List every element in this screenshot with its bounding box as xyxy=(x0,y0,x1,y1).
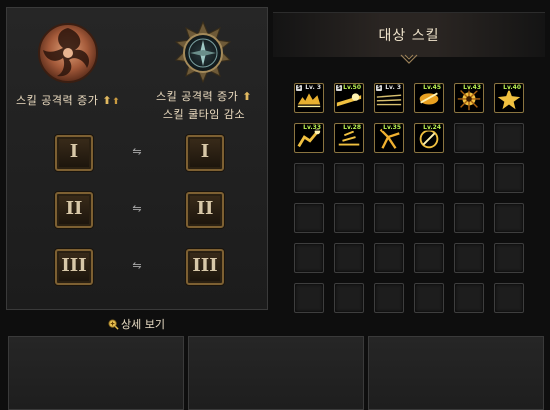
up-arrow-small-icon: ⬆ xyxy=(112,97,121,107)
empty-skill-slot[interactable] xyxy=(294,283,324,313)
skill-slot[interactable]: Lv.28 xyxy=(334,123,364,153)
empty-skill-slot[interactable] xyxy=(494,243,524,273)
empty-skill-slot[interactable] xyxy=(334,243,364,273)
detail-view-link[interactable]: 상세 보기 xyxy=(108,316,165,332)
target-skill-title: 대상 스킬 xyxy=(378,28,440,44)
empty-skill-slot[interactable] xyxy=(494,123,524,153)
skill-level-label: Lv.50 xyxy=(342,84,362,91)
skill-type-badge: S xyxy=(336,85,342,91)
skill-level-label: Lv. 3 xyxy=(304,84,322,91)
skill-level-label: Lv.43 xyxy=(462,84,482,91)
right-skill-caption: 스킬 공격력 증가 ⬆ 스킬 쿨타임 감소 xyxy=(152,88,256,122)
skill-slot[interactable]: S Lv.50 xyxy=(334,83,364,113)
empty-skill-slot[interactable] xyxy=(374,203,404,233)
empty-skill-slot[interactable] xyxy=(454,163,484,193)
bottom-panel-2 xyxy=(188,336,364,410)
swap-arrows-icon[interactable]: ⇋ xyxy=(130,146,144,158)
compass-emblem-icon xyxy=(170,20,236,86)
skill-type-badge: S xyxy=(376,85,382,91)
bottom-panel-1 xyxy=(8,336,184,410)
empty-skill-slot[interactable] xyxy=(454,243,484,273)
tier-left-1[interactable]: I xyxy=(55,135,93,171)
skill-level-label: Lv.35 xyxy=(382,124,402,131)
skill-slot[interactable]: Lv.24 xyxy=(414,123,444,153)
empty-skill-slot[interactable] xyxy=(454,203,484,233)
empty-skill-slot[interactable] xyxy=(374,283,404,313)
skill-level-label: Lv.40 xyxy=(502,84,522,91)
empty-skill-slot[interactable] xyxy=(294,203,324,233)
target-skill-header: 대상 스킬 xyxy=(273,12,545,64)
tier-right-3[interactable]: III xyxy=(186,249,224,285)
empty-skill-slot[interactable] xyxy=(494,203,524,233)
skill-slot[interactable]: S Lv. 3 xyxy=(374,83,404,113)
magnifier-plus-icon xyxy=(108,318,119,330)
empty-skill-slot[interactable] xyxy=(494,163,524,193)
skill-level-label: Lv.45 xyxy=(422,84,442,91)
header-ornament-icon xyxy=(400,54,418,64)
up-arrow-icon: ⬆ xyxy=(242,90,253,103)
empty-skill-slot[interactable] xyxy=(454,123,484,153)
skill-slot[interactable]: Lv.45 xyxy=(414,83,444,113)
empty-skill-slot[interactable] xyxy=(414,243,444,273)
left-skill-caption: 스킬 공격력 증가 ⬆⬆ xyxy=(16,92,120,108)
empty-skill-slot[interactable] xyxy=(414,203,444,233)
skill-slot[interactable]: Lv.40 xyxy=(494,83,524,113)
swirl-emblem-icon xyxy=(35,20,101,86)
empty-skill-slot[interactable] xyxy=(334,283,364,313)
skill-slot[interactable]: Lv.33 xyxy=(294,123,324,153)
tier-right-2[interactable]: II xyxy=(186,192,224,228)
skill-level-label: Lv.28 xyxy=(342,124,362,131)
skill-type-badge: S xyxy=(296,85,302,91)
skill-slot[interactable]: S Lv. 3 xyxy=(294,83,324,113)
empty-skill-slot[interactable] xyxy=(294,243,324,273)
right-caption-line1: 스킬 공격력 증가 xyxy=(155,90,239,103)
skill-level-label: Lv.33 xyxy=(302,124,322,131)
empty-skill-slot[interactable] xyxy=(334,203,364,233)
empty-skill-slot[interactable] xyxy=(294,163,324,193)
empty-skill-slot[interactable] xyxy=(334,163,364,193)
empty-skill-slot[interactable] xyxy=(494,283,524,313)
swap-arrows-icon[interactable]: ⇋ xyxy=(130,260,144,272)
empty-skill-slot[interactable] xyxy=(414,283,444,313)
empty-skill-slot[interactable] xyxy=(414,163,444,193)
up-arrow-icon: ⬆ xyxy=(102,94,113,107)
tier-right-1[interactable]: I xyxy=(186,135,224,171)
tier-left-3[interactable]: III xyxy=(55,249,93,285)
detail-link-label: 상세 보기 xyxy=(121,318,165,331)
left-caption-text: 스킬 공격력 증가 xyxy=(16,94,99,107)
skill-slot[interactable]: Lv.43 xyxy=(454,83,484,113)
empty-skill-slot[interactable] xyxy=(374,243,404,273)
empty-skill-slot[interactable] xyxy=(374,163,404,193)
skill-slot[interactable]: Lv.35 xyxy=(374,123,404,153)
skill-level-label: Lv.24 xyxy=(422,124,442,131)
swap-arrows-icon[interactable]: ⇋ xyxy=(130,203,144,215)
bottom-panel-3 xyxy=(368,336,544,410)
right-caption-line2: 스킬 쿨타임 감소 xyxy=(162,108,246,121)
skill-level-label: Lv. 3 xyxy=(384,84,402,91)
tier-left-2[interactable]: II xyxy=(55,192,93,228)
empty-skill-slot[interactable] xyxy=(454,283,484,313)
